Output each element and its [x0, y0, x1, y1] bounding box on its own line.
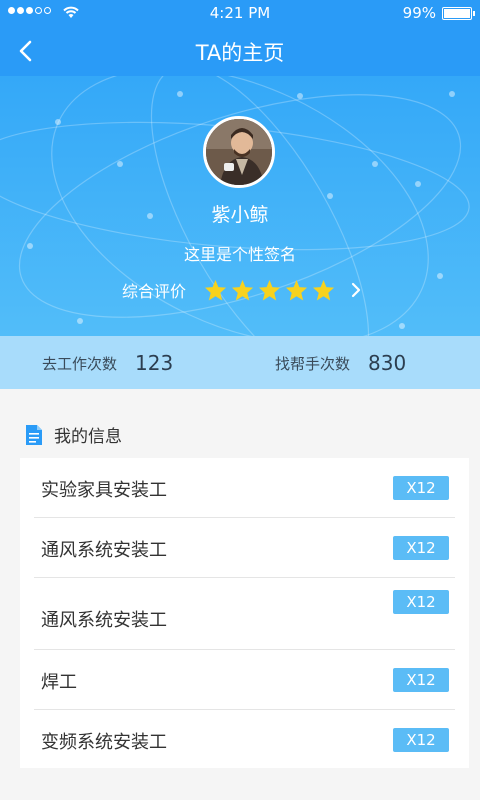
rating-row[interactable]: 综合评价 [122, 276, 363, 304]
star-icon [285, 279, 308, 301]
skill-label: 通风系统安装工 [41, 540, 167, 561]
work-count-label: 去工作次数 [42, 354, 118, 373]
list-item[interactable]: 通风系统安装工 X12 [34, 518, 455, 578]
skill-label: 变频系统安装工 [41, 732, 167, 753]
rating-stars [204, 279, 335, 301]
status-bar: 4:21 PM 99% [0, 0, 480, 26]
skill-badge: X12 [393, 536, 449, 560]
user-signature: 这里是个性签名 [183, 245, 296, 264]
skill-label: 实验家具安装工 [41, 480, 167, 501]
rating-label: 综合评价 [122, 282, 187, 301]
list-item[interactable]: 通风系统安装工 X12 [34, 578, 455, 650]
stats-bar: 去工作次数 123 找帮手次数 830 [0, 336, 480, 389]
info-list: 实验家具安装工 X12 通风系统安装工 X12 通风系统安装工 X12 焊工 X… [20, 458, 469, 768]
avatar[interactable] [203, 116, 275, 188]
star-icon [258, 279, 281, 301]
battery-percent: 99% [402, 4, 436, 22]
skill-badge: X12 [393, 590, 449, 614]
page-title: TA的主页 [195, 41, 285, 65]
skill-label: 焊工 [41, 672, 77, 693]
nav-bar: TA的主页 [0, 26, 480, 76]
list-item[interactable]: 实验家具安装工 X12 [34, 458, 455, 518]
my-info-heading: 我的信息 [24, 422, 122, 447]
star-icon [231, 279, 254, 301]
list-item[interactable]: 变频系统安装工 X12 [34, 710, 455, 768]
help-count-value: 830 [368, 351, 407, 375]
skill-badge: X12 [393, 728, 449, 752]
battery-icon [442, 7, 475, 20]
work-count-stat: 去工作次数 123 [42, 351, 173, 375]
section-title: 我的信息 [54, 427, 122, 447]
help-count-stat: 找帮手次数 830 [275, 351, 406, 375]
star-icon [204, 279, 227, 301]
profile-header: 紫小鲸 这里是个性签名 综合评价 [0, 76, 480, 336]
chevron-right-icon[interactable] [349, 282, 363, 298]
skill-badge: X12 [393, 476, 449, 500]
list-item[interactable]: 焊工 X12 [34, 650, 455, 710]
skill-label: 通风系统安装工 [41, 610, 167, 631]
star-icon [312, 279, 335, 301]
work-count-value: 123 [135, 351, 174, 375]
help-count-label: 找帮手次数 [275, 354, 351, 373]
skill-badge: X12 [393, 668, 449, 692]
document-icon [26, 424, 42, 445]
user-name: 紫小鲸 [211, 204, 269, 226]
